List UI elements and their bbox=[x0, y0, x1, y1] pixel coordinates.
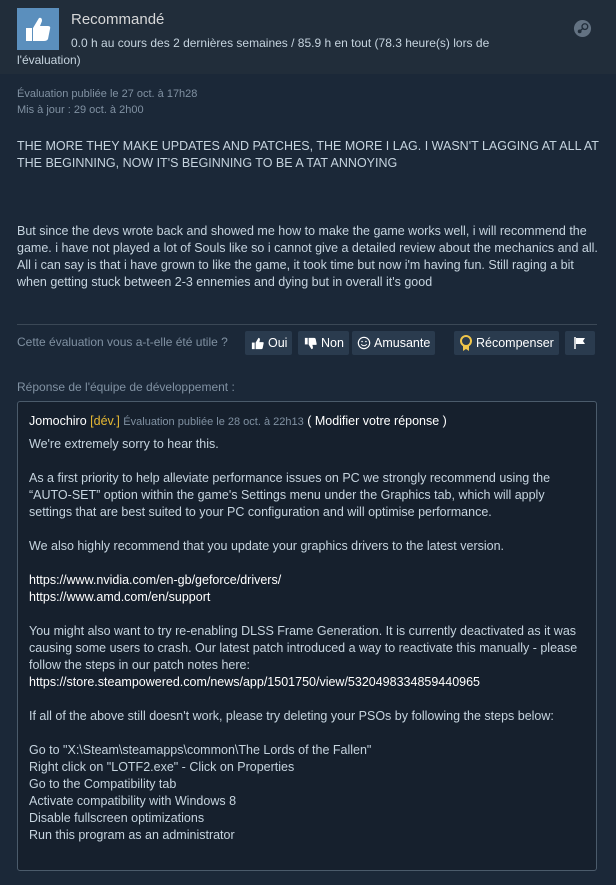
vote-yes-button[interactable]: Oui bbox=[245, 331, 293, 355]
developer-response-date: Évaluation publiée le 28 oct. à 22h13 bbox=[123, 416, 304, 428]
developer-response-label: Réponse de l'équipe de développement : bbox=[17, 380, 235, 394]
award-button[interactable]: Récompenser bbox=[454, 331, 559, 355]
vote-funny-button[interactable]: Amusante bbox=[352, 331, 436, 355]
helpful-row: Cette évaluation vous a-t-elle été utile… bbox=[17, 331, 599, 355]
developer-response-header: Jomochiro [dév.] Évaluation publiée le 2… bbox=[29, 414, 447, 428]
response-paragraph: You might also want to try re-enabling D… bbox=[29, 624, 578, 672]
posted-date: Évaluation publiée le 27 oct. à 17h28 bbox=[17, 88, 198, 100]
flag-icon bbox=[574, 337, 585, 349]
response-paragraph: As a first priority to help alleviate pe… bbox=[29, 471, 551, 519]
nvidia-driver-link[interactable]: https://www.nvidia.com/en-gb/geforce/dri… bbox=[29, 572, 584, 589]
response-paragraph: We also highly recommend that you update… bbox=[29, 539, 505, 553]
award-label: Récompenser bbox=[476, 336, 554, 350]
step-line: Go to "X:\Steam\steamapps\common\The Lor… bbox=[29, 743, 372, 757]
step-line: Activate compatibility with Windows 8 bbox=[29, 794, 237, 808]
vote-no-button[interactable]: Non bbox=[298, 331, 349, 355]
review-header: Recommandé 0.0 h au cours des 2 dernière… bbox=[0, 0, 616, 74]
developer-name[interactable]: Jomochiro bbox=[29, 414, 87, 428]
updated-date: Mis à jour : 29 oct. à 2h00 bbox=[17, 104, 144, 116]
review-content: THE MORE THEY MAKE UPDATES AND PATCHES, … bbox=[17, 138, 599, 291]
recommendation-title[interactable]: Recommandé bbox=[71, 11, 164, 28]
response-paragraph: If all of the above still doesn't work, … bbox=[29, 709, 554, 723]
thumbs-up-icon bbox=[251, 337, 264, 349]
vote-funny-label: Amusante bbox=[374, 336, 431, 350]
helpful-question: Cette évaluation vous a-t-elle été utile… bbox=[17, 335, 228, 349]
playtime-hours: 0.0 h au cours des 2 dernières semaines … bbox=[17, 36, 490, 67]
vote-no-label: Non bbox=[321, 336, 344, 350]
step-line: Right click on "LOTF2.exe" - Click on Pr… bbox=[29, 760, 295, 774]
review-paragraph: THE MORE THEY MAKE UPDATES AND PATCHES, … bbox=[17, 139, 599, 170]
thumbs-down-icon bbox=[304, 337, 317, 349]
developer-response-body: We're extremely sorry to hear this. As a… bbox=[29, 436, 584, 844]
review-dates: Évaluation publiée le 27 oct. à 17h28 Mi… bbox=[17, 86, 197, 118]
review-paragraph: But since the devs wrote back and showed… bbox=[17, 224, 598, 289]
developer-response-box: Jomochiro [dév.] Évaluation publiée le 2… bbox=[17, 401, 597, 871]
response-paragraph: We're extremely sorry to hear this. bbox=[29, 437, 219, 451]
developer-tag: [dév.] bbox=[90, 414, 120, 428]
step-line: Run this program as an administrator bbox=[29, 828, 235, 842]
step-line: Disable fullscreen optimizations bbox=[29, 811, 205, 825]
smiley-icon bbox=[357, 336, 371, 350]
step-line: Go to the Compatibility tab bbox=[29, 777, 177, 791]
edit-response-link[interactable]: ( Modifier votre réponse ) bbox=[307, 414, 447, 428]
award-icon bbox=[460, 334, 472, 351]
steam-icon bbox=[573, 19, 592, 38]
divider bbox=[17, 324, 597, 325]
patch-notes-link[interactable]: https://store.steampowered.com/news/app/… bbox=[29, 674, 584, 691]
amd-driver-link[interactable]: https://www.amd.com/en/support bbox=[29, 589, 584, 606]
report-button[interactable] bbox=[565, 331, 595, 355]
vote-yes-label: Oui bbox=[268, 336, 288, 350]
